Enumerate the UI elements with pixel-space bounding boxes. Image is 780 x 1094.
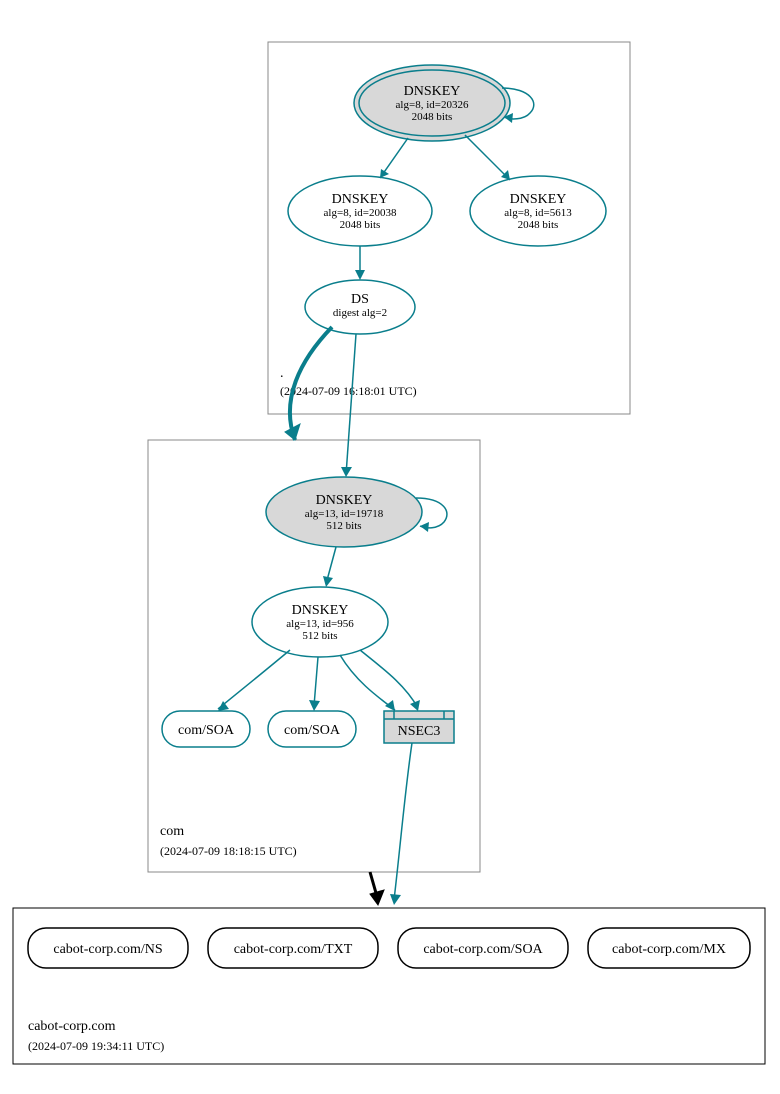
rr-com-soa-2-text: com/SOA [284, 723, 341, 738]
arrow-ds-comksk [341, 467, 352, 477]
edge-com-zsk-soa2 [314, 657, 318, 706]
zone-domain-label: cabot-corp.com [28, 1019, 116, 1034]
edge-com-zsk-nsec3-a [340, 655, 395, 710]
root-zsk2-line2: 2048 bits [518, 219, 559, 231]
zone-root-label: . [280, 366, 284, 381]
root-ksk-title: DNSKEY [404, 84, 461, 99]
arrow-root-zsk1-ds [355, 270, 365, 280]
arrow-com-zsk-nsec3-a [385, 700, 395, 711]
root-zsk2-line1: alg=8, id=5613 [504, 207, 572, 219]
rr-nsec3-text: NSEC3 [398, 724, 441, 739]
zone-root-timestamp: (2024-07-09 16:18:01 UTC) [280, 384, 417, 398]
com-ksk-line2: 512 bits [326, 520, 361, 532]
root-ksk-line1: alg=8, id=20326 [396, 99, 469, 111]
edge-com-zsk-nsec3-b [360, 650, 418, 708]
root-zsk1-line1: alg=8, id=20038 [324, 207, 397, 219]
arrow-com-ksk-self [420, 522, 429, 532]
arrow-com-zsk-soa1 [218, 701, 229, 711]
root-ksk-line2: 2048 bits [412, 111, 453, 123]
root-ds-line1: digest alg=2 [333, 307, 387, 319]
root-zsk1-line2: 2048 bits [340, 219, 381, 231]
root-zsk1-title: DNSKEY [332, 192, 389, 207]
com-zsk-line1: alg=13, id=956 [286, 618, 354, 630]
arrow-com-ksk-zsk [323, 576, 333, 587]
com-ksk-line1: alg=13, id=19718 [305, 508, 384, 520]
arrow-com-zsk-soa2 [309, 700, 320, 711]
rr-domain-txt-text: cabot-corp.com/TXT [234, 942, 353, 957]
root-zsk2-title: DNSKEY [510, 192, 567, 207]
com-ksk-title: DNSKEY [316, 493, 373, 508]
edge-ds-comksk [346, 334, 356, 475]
arrow-com-zsk-nsec3-b [410, 700, 420, 711]
edge-nsec3-domain [394, 743, 412, 900]
rr-domain-ns-text: cabot-corp.com/NS [53, 942, 162, 957]
rr-domain-soa-text: cabot-corp.com/SOA [423, 942, 543, 957]
com-zsk-title: DNSKEY [292, 603, 349, 618]
arrow-com-to-domain [370, 890, 384, 905]
com-zsk-line2: 512 bits [302, 630, 337, 642]
edge-root-ksk-zsk2 [465, 135, 510, 180]
zone-com-label: com [160, 824, 184, 839]
zone-com-timestamp: (2024-07-09 18:18:15 UTC) [160, 844, 297, 858]
zone-domain-timestamp: (2024-07-09 19:34:11 UTC) [28, 1039, 164, 1053]
root-ds-title: DS [351, 292, 369, 307]
rr-com-soa-1-text: com/SOA [178, 723, 235, 738]
arrow-nsec3-domain [390, 894, 401, 905]
edge-com-zsk-soa1 [218, 650, 290, 709]
rr-domain-mx-text: cabot-corp.com/MX [612, 942, 726, 957]
